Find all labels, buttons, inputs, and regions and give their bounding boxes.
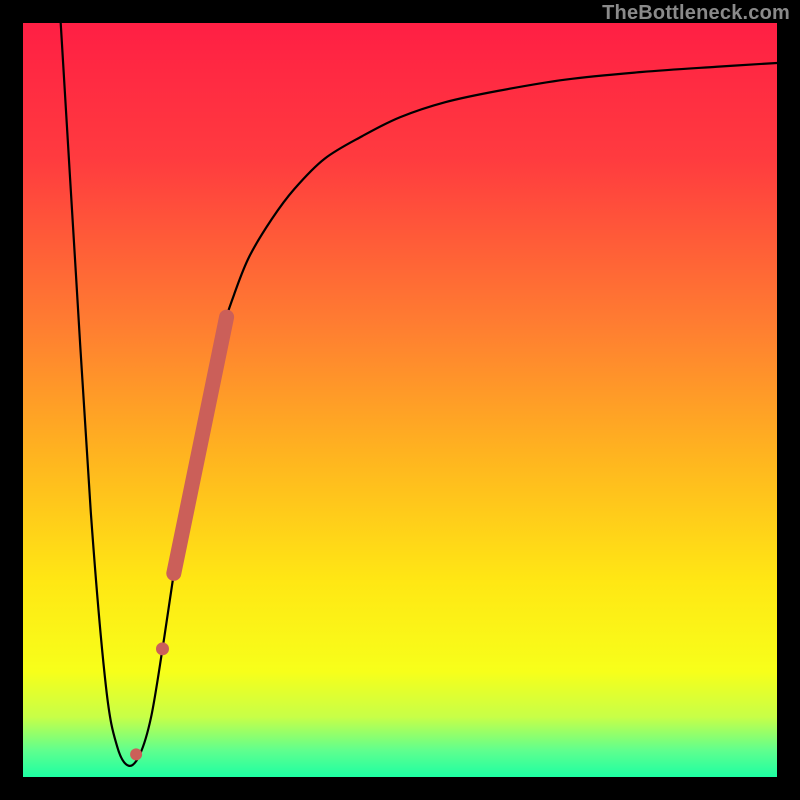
plot-area bbox=[23, 23, 777, 777]
bottleneck-curve bbox=[61, 23, 777, 766]
chart-svg bbox=[23, 23, 777, 777]
marker-dot-1 bbox=[156, 642, 169, 655]
watermark-text: TheBottleneck.com bbox=[602, 2, 790, 25]
highlight-segment bbox=[174, 317, 227, 573]
outer-frame: TheBottleneck.com bbox=[0, 0, 800, 800]
marker-dot-2 bbox=[130, 748, 142, 760]
